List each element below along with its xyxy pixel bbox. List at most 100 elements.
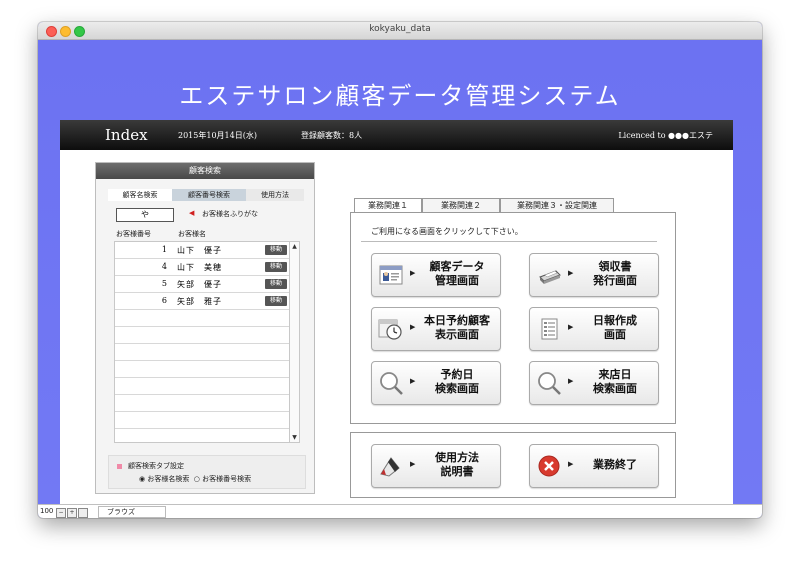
customer-number: 1 <box>161 245 167 254</box>
button-label-line2: 画面 <box>604 329 626 341</box>
button-label-line2: 検索画面 <box>593 383 637 395</box>
layout-content: エステサロン顧客データ管理システム Index 2015年10月14日(水) 登… <box>38 40 762 508</box>
tab-name-search[interactable]: 顧客名検索 <box>108 189 172 201</box>
divider <box>361 241 657 242</box>
arrow-right-icon: ▶ <box>568 377 574 385</box>
mode-indicator[interactable]: ブラウズ <box>98 506 166 518</box>
customer-number: 6 <box>161 296 167 305</box>
customer-name: 矢部 優子 <box>177 280 222 289</box>
furigana-search-input[interactable]: や <box>116 208 174 222</box>
current-date: 2015年10月14日(水) <box>178 131 257 140</box>
list-item: 1 山下 優子 移動 <box>115 242 289 259</box>
zoom-out-icon[interactable]: − <box>56 508 66 518</box>
visit-search-button[interactable]: ▶ 来店日 検索画面 <box>529 361 659 405</box>
customer-name: 矢部 雅子 <box>177 297 222 306</box>
close-circle-icon <box>538 455 560 477</box>
scroll-up-icon[interactable]: ▲ <box>290 242 299 251</box>
column-header-number: お客様番号 <box>116 230 151 238</box>
empty-row <box>115 344 289 361</box>
tab-business-2[interactable]: 業務関連２ <box>422 198 500 212</box>
magnifier-icon <box>380 372 403 395</box>
button-label-line2: 管理画面 <box>435 275 479 287</box>
button-label-line2: 説明書 <box>440 466 474 478</box>
radio-name-search-label[interactable]: お客様名検索 <box>147 475 189 483</box>
button-label-line1: 使用方法 <box>435 452 479 464</box>
empty-row <box>115 395 289 412</box>
list-item: 4 山下 美穂 移動 <box>115 259 289 276</box>
toggle-statusbar-icon[interactable] <box>78 508 88 518</box>
magnifier-icon <box>538 372 561 395</box>
report-icon <box>541 318 558 340</box>
radio-number-search-label[interactable]: お客様番号検索 <box>202 475 251 483</box>
utility-buttons-panel: ▶ 使用方法 説明書 ▶ 業務終了 <box>350 432 676 498</box>
move-button[interactable]: 移動 <box>265 262 287 272</box>
list-item: 5 矢部 優子 移動 <box>115 276 289 293</box>
instruction-text: ご利用になる画面をクリックして下さい。 <box>371 227 523 236</box>
search-panel-title: 顧客検索 <box>96 163 314 179</box>
left-arrow-icon: ◀ <box>189 209 195 217</box>
button-label-line2: 表示画面 <box>435 329 479 341</box>
empty-row <box>115 310 289 327</box>
button-label-line1: 領収書 <box>598 261 632 273</box>
zoom-level: 100 <box>40 507 54 515</box>
licence-text: Licenced to ●●●エステ <box>618 131 713 140</box>
move-button[interactable]: 移動 <box>265 296 287 306</box>
tab-number-search[interactable]: 顧客番号検索 <box>172 189 246 201</box>
customer-name: 山下 優子 <box>177 246 222 255</box>
today-reservations-button[interactable]: ▶ 本日予約顧客 表示画面 <box>371 307 501 351</box>
status-bar: 100 − + ブラウズ <box>38 504 762 518</box>
arrow-right-icon: ▶ <box>410 460 416 468</box>
button-label-line2: 発行画面 <box>593 275 637 287</box>
window-titlebar: kokyaku_data <box>38 22 762 40</box>
app-title: エステサロン顧客データ管理システム <box>179 82 621 110</box>
printer-icon <box>539 270 561 284</box>
app-window: kokyaku_data エステサロン顧客データ管理システム Index 201… <box>38 22 762 518</box>
button-label-line1: 予約日 <box>440 369 474 381</box>
move-button[interactable]: 移動 <box>265 279 287 289</box>
tab-business-3[interactable]: 業務関連３・設定関連 <box>500 198 614 212</box>
scroll-down-icon[interactable]: ▼ <box>290 433 299 442</box>
zoom-in-icon[interactable]: + <box>67 508 77 518</box>
radio-selected-icon[interactable]: ◉ <box>139 475 145 483</box>
manual-button[interactable]: ▶ 使用方法 説明書 <box>371 444 501 488</box>
button-label-line1: 来店日 <box>598 369 632 381</box>
search-field-label: お客様名ふりがな <box>202 210 258 218</box>
tab-setting-title: 顧客検索タブ設定 <box>128 462 184 470</box>
arrow-right-icon: ▶ <box>568 269 574 277</box>
index-label: Index <box>105 126 148 144</box>
button-label-line2: 検索画面 <box>435 383 479 395</box>
arrow-right-icon: ▶ <box>568 460 574 468</box>
list-scrollbar[interactable]: ▲ ▼ <box>289 242 299 442</box>
reservation-search-button[interactable]: ▶ 予約日 検索画面 <box>371 361 501 405</box>
tab-business-1[interactable]: 業務関連１ <box>354 198 422 212</box>
empty-row <box>115 327 289 344</box>
arrow-right-icon: ▶ <box>410 323 416 331</box>
registered-count: 登録顧客数：8人 <box>301 131 363 140</box>
quit-button[interactable]: ▶ 業務終了 <box>529 444 659 488</box>
empty-row <box>115 361 289 378</box>
pen-icon <box>380 457 400 477</box>
header-bar: Index 2015年10月14日(水) 登録顧客数：8人 Licenced t… <box>60 120 733 150</box>
empty-row <box>115 412 289 429</box>
arrow-right-icon: ▶ <box>410 269 416 277</box>
column-header-name: お客様名 <box>178 230 206 238</box>
setting-marker-icon <box>117 463 122 469</box>
move-button[interactable]: 移動 <box>265 245 287 255</box>
receipt-button[interactable]: ▶ 領収書 発行画面 <box>529 253 659 297</box>
customer-list: 1 山下 優子 移動 4 山下 美穂 移動 5 矢部 優子 移動 6 矢部 雅子… <box>114 241 300 443</box>
customer-data-button[interactable]: ▶ 顧客データ 管理画面 <box>371 253 501 297</box>
daily-report-button[interactable]: ▶ 日報作成 画面 <box>529 307 659 351</box>
button-label-line1: 本日予約顧客 <box>424 315 490 327</box>
quit-label: 業務終了 <box>593 459 637 471</box>
search-tab-setting: 顧客検索タブ設定 ◉ お客様名検索 ○ お客様番号検索 <box>108 455 306 489</box>
customer-number: 4 <box>161 262 167 271</box>
empty-row <box>115 378 289 395</box>
button-label-line1: 日報作成 <box>593 315 637 327</box>
search-tabs: 顧客名検索 顧客番号検索 使用方法 <box>108 189 304 201</box>
tab-usage[interactable]: 使用方法 <box>246 189 304 201</box>
radio-unselected-icon[interactable]: ○ <box>194 475 200 483</box>
customer-name: 山下 美穂 <box>177 263 222 272</box>
customer-search-panel: 顧客検索 顧客名検索 顧客番号検索 使用方法 や ◀ お客様名ふりがな お客様番… <box>95 162 315 494</box>
customer-number: 5 <box>161 279 167 288</box>
function-buttons-panel: ご利用になる画面をクリックして下さい。 ▶ 顧客データ 管理画面 ▶ 領収書 発… <box>350 212 676 424</box>
